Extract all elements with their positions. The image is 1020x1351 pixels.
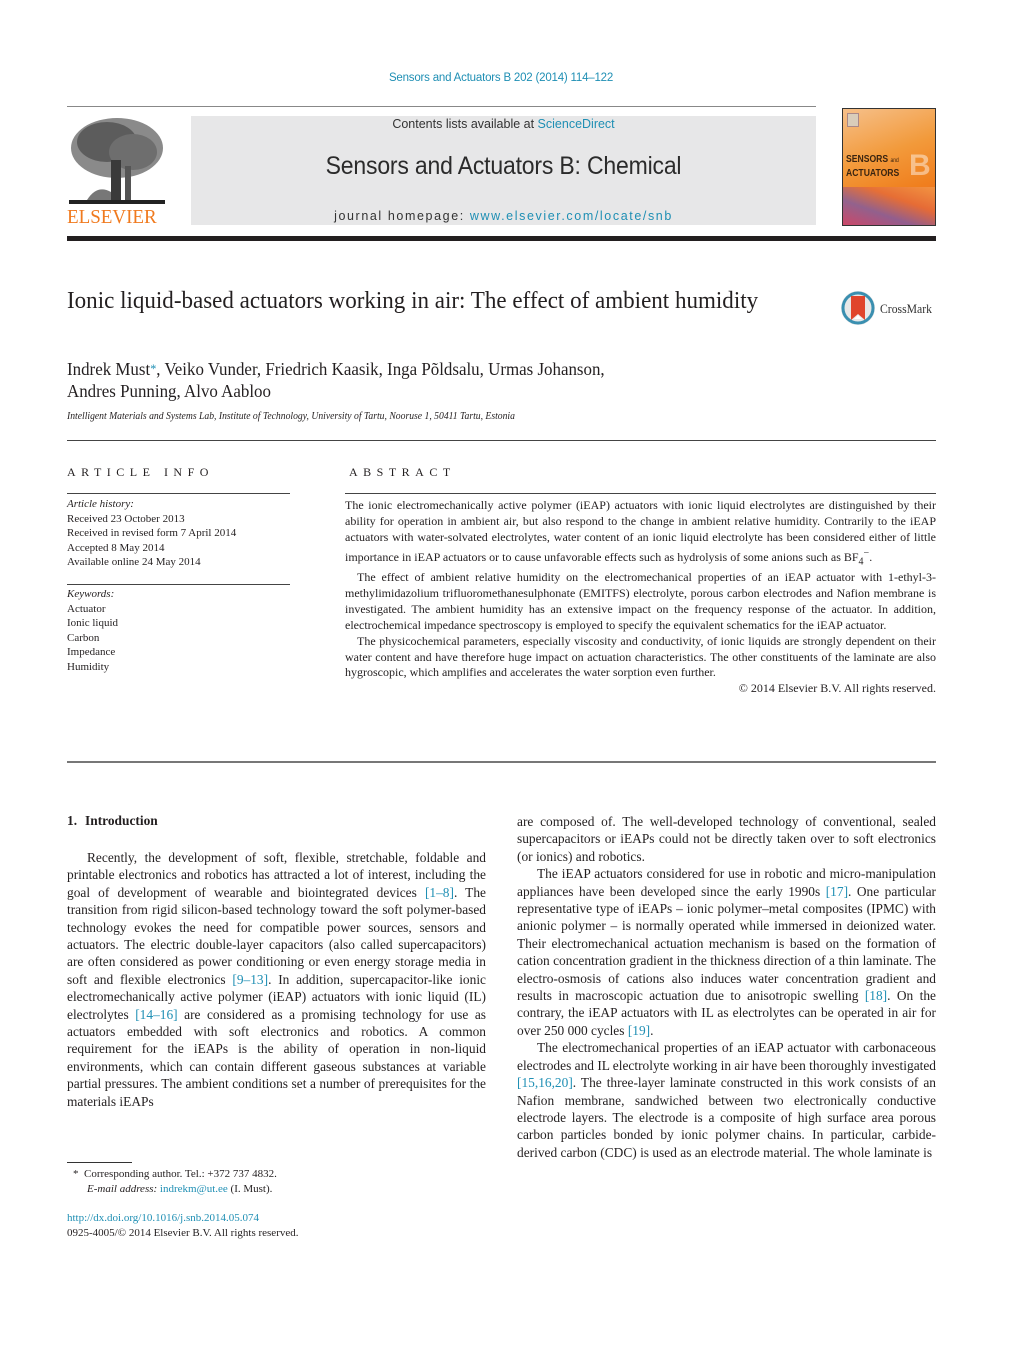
- keyword: Carbon: [67, 631, 100, 644]
- citation-link[interactable]: [9–13]: [232, 972, 268, 987]
- journal-name: Sensors and Actuators B: Chemical: [325, 152, 682, 180]
- author-list: Indrek Must*, Veiko Vunder, Friedrich Ka…: [67, 358, 725, 402]
- article-history: Article history: Received 23 October 201…: [67, 497, 292, 570]
- footnote-corresponding-text: Corresponding author. Tel.: +372 737 483…: [84, 1168, 277, 1180]
- abstract-p1-end: .: [869, 549, 873, 564]
- abstract-p1-text: The ionic electromechanically active pol…: [345, 498, 936, 564]
- crossmark-icon: [841, 291, 875, 325]
- body-column-right: are composed of. The well-developed tech…: [517, 813, 936, 1161]
- body-text: The electromechanical properties of an i…: [517, 1040, 936, 1073]
- crossmark-label: CrossMark: [880, 301, 933, 316]
- contents-line: Contents lists available at ScienceDirec…: [191, 117, 816, 131]
- history-online: Available online 24 May 2014: [67, 556, 201, 568]
- body-paragraph: Recently, the development of soft, flexi…: [67, 849, 486, 1110]
- footnote-corresponding: * Corresponding author. Tel.: +372 737 4…: [67, 1167, 487, 1182]
- abstract-heading: ABSTRACT: [349, 465, 456, 479]
- article-info-heading: ARTICLE INFO: [67, 465, 214, 479]
- body-paragraph: are composed of. The well-developed tech…: [517, 814, 936, 864]
- header-rule: [67, 106, 816, 107]
- email-suffix: (I. Must).: [227, 1182, 273, 1195]
- cover-title-line1: SENSORS: [846, 153, 889, 165]
- section-number: 1.: [67, 813, 78, 828]
- elsevier-logo[interactable]: ELSEVIER: [67, 114, 171, 228]
- section-rule: [67, 440, 936, 441]
- cover-title: SENSORS and ACTUATORS: [846, 153, 899, 179]
- article-info-rule: [67, 493, 290, 494]
- body-text: Recently, the development of soft, flexi…: [67, 850, 486, 900]
- citation-link[interactable]: [1–8]: [425, 885, 454, 900]
- article-history-label: Article history:: [67, 498, 134, 510]
- body-text: . One particular representative type of …: [517, 883, 936, 1004]
- crossmark-button[interactable]: CrossMark: [840, 290, 940, 330]
- sciencedirect-link[interactable]: ScienceDirect: [538, 117, 615, 131]
- email-link[interactable]: indrekm@ut.ee: [160, 1183, 228, 1195]
- section-title: Introduction: [85, 813, 158, 828]
- footnote-rule: [67, 1162, 132, 1163]
- citation-link[interactable]: [15,16,20]: [517, 1075, 573, 1090]
- affiliation: Intelligent Materials and Systems Lab, I…: [67, 411, 515, 422]
- author-corresponding[interactable]: Indrek Must: [67, 359, 150, 379]
- cover-publisher-mark-icon: [847, 113, 859, 127]
- citation-link[interactable]: [18]: [865, 988, 887, 1003]
- issn-copyright: 0925-4005/© 2014 Elsevier B.V. All right…: [67, 1226, 299, 1239]
- keywords: Keywords: Actuator Ionic liquid Carbon I…: [67, 587, 292, 674]
- abstract-paragraph: The effect of ambient relative humidity …: [345, 570, 936, 632]
- history-received: Received 23 October 2013: [67, 512, 185, 525]
- cover-title-and: and: [890, 158, 899, 164]
- doi-block: http://dx.doi.org/10.1016/j.snb.2014.05.…: [67, 1211, 487, 1240]
- cover-artwork: [843, 187, 935, 225]
- journal-homepage-link[interactable]: www.elsevier.com/locate/snb: [470, 209, 673, 223]
- keywords-label: Keywords:: [67, 588, 115, 600]
- history-accepted: Accepted 8 May 2014: [67, 541, 165, 554]
- body-column-left: Recently, the development of soft, flexi…: [67, 849, 486, 1110]
- keyword: Humidity: [67, 660, 110, 673]
- cover-letter: B: [909, 149, 931, 182]
- abstract-bottom-rule: [67, 761, 936, 763]
- keyword: Ionic liquid: [67, 617, 119, 629]
- keywords-rule: [67, 584, 290, 585]
- cover-title-line2: ACTUATORS: [846, 167, 900, 179]
- citation-link[interactable]: [14–16]: [135, 1007, 177, 1022]
- keyword: Actuator: [67, 602, 106, 615]
- homepage-prefix: journal homepage:: [334, 209, 470, 223]
- abstract-copyright: © 2014 Elsevier B.V. All rights reserved…: [738, 681, 936, 696]
- elsevier-tree-icon: [67, 114, 167, 210]
- authors-line1: , Veiko Vunder, Friedrich Kaasik, Inga P…: [156, 359, 605, 379]
- section-heading-introduction: 1. Introduction: [67, 813, 158, 829]
- body-text: .: [650, 1022, 654, 1038]
- footnote-marker: *: [73, 1168, 79, 1180]
- elsevier-wordmark: ELSEVIER: [67, 206, 157, 228]
- body-paragraph: The electromechanical properties of an i…: [517, 1039, 936, 1161]
- journal-banner: Contents lists available at ScienceDirec…: [191, 116, 816, 225]
- journal-cover-thumbnail[interactable]: B SENSORS and ACTUATORS: [842, 108, 936, 226]
- homepage-line: journal homepage: www.elsevier.com/locat…: [191, 209, 816, 223]
- footnote: * Corresponding author. Tel.: +372 737 4…: [67, 1167, 487, 1196]
- abstract-body: The ionic electromechanically active pol…: [345, 498, 936, 697]
- abstract-rule: [345, 493, 936, 494]
- citation-link[interactable]: [17]: [826, 884, 848, 899]
- body-paragraph: The iEAP actuators considered for use in…: [517, 865, 936, 1039]
- citation-link[interactable]: [19]: [628, 1023, 650, 1038]
- email-label: E-mail address:: [87, 1182, 160, 1195]
- contents-prefix: Contents lists available at: [392, 117, 538, 131]
- footnote-email: E-mail address: indrekm@ut.ee (I. Must).: [67, 1182, 487, 1197]
- history-revised: Received in revised form 7 April 2014: [67, 527, 237, 539]
- doi-link[interactable]: http://dx.doi.org/10.1016/j.snb.2014.05.…: [67, 1212, 259, 1224]
- journal-citation-link[interactable]: Sensors and Actuators B 202 (2014) 114–1…: [0, 72, 1002, 84]
- authors-line2: Andres Punning, Alvo Aabloo: [67, 381, 271, 401]
- abstract-paragraph: The physicochemical parameters, especial…: [345, 633, 936, 680]
- header-thick-rule: [67, 236, 936, 241]
- article-title: Ionic liquid-based actuators working in …: [67, 287, 759, 314]
- abstract-paragraph: The ionic electromechanically active pol…: [345, 498, 936, 570]
- body-text: . The three-layer laminate constructed i…: [517, 1075, 936, 1160]
- keyword: Impedance: [67, 646, 116, 658]
